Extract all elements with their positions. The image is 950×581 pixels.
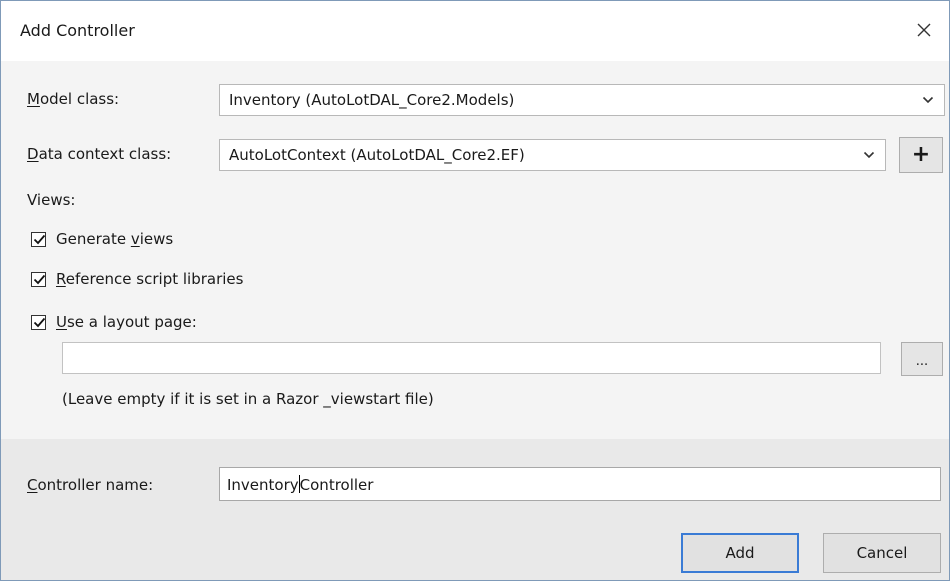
generate-views-checkbox[interactable] <box>31 231 46 247</box>
views-label: Views: <box>27 191 76 209</box>
ellipsis-icon: ... <box>915 353 929 369</box>
data-context-value: AutoLotContext (AutoLotDAL_Core2.EF) <box>229 146 525 164</box>
use-layout-label: Use a layout page: <box>56 313 197 331</box>
layout-page-input[interactable] <box>62 342 881 374</box>
browse-layout-button[interactable]: ... <box>901 342 943 376</box>
controller-panel: Controller name: InventoryController Add… <box>1 439 949 580</box>
use-layout-checkbox-row[interactable]: Use a layout page: <box>31 313 197 331</box>
options-panel: Model class: Inventory (AutoLotDAL_Core2… <box>1 61 949 439</box>
add-button[interactable]: Add <box>681 533 799 573</box>
reference-scripts-checkbox[interactable] <box>31 271 46 287</box>
generate-views-checkbox-row[interactable]: Generate views <box>31 230 173 248</box>
use-layout-checkbox[interactable] <box>31 314 46 330</box>
close-button[interactable] <box>907 13 941 47</box>
generate-views-label: Generate views <box>56 230 174 248</box>
model-class-value: Inventory (AutoLotDAL_Core2.Models) <box>229 91 515 109</box>
add-data-context-button[interactable]: + <box>899 137 943 173</box>
data-context-dropdown[interactable]: AutoLotContext (AutoLotDAL_Core2.EF) <box>219 139 886 171</box>
checkmark-icon <box>33 317 46 327</box>
dialog-title: Add Controller <box>20 21 135 40</box>
reference-scripts-label: Reference script libraries <box>56 270 244 288</box>
layout-hint-text: (Leave empty if it is set in a Razor _vi… <box>62 390 434 408</box>
data-context-label: Data context class: <box>27 145 172 163</box>
checkmark-icon <box>33 234 46 244</box>
close-icon <box>917 23 931 37</box>
chevron-down-icon <box>861 146 877 164</box>
reference-scripts-checkbox-row[interactable]: Reference script libraries <box>31 270 243 288</box>
model-class-dropdown[interactable]: Inventory (AutoLotDAL_Core2.Models) <box>219 84 945 116</box>
title-bar: Add Controller <box>1 1 949 61</box>
controller-name-label: Controller name: <box>27 476 154 494</box>
controller-name-value: InventoryController <box>227 475 374 494</box>
controller-name-input[interactable]: InventoryController <box>219 467 941 501</box>
chevron-down-icon <box>920 91 936 109</box>
plus-icon: + <box>911 142 931 167</box>
checkmark-icon <box>33 274 46 284</box>
model-class-label: Model class: <box>27 90 120 108</box>
cancel-button[interactable]: Cancel <box>823 533 941 573</box>
add-controller-dialog: Add Controller Model class: Inventory (A… <box>0 0 950 581</box>
